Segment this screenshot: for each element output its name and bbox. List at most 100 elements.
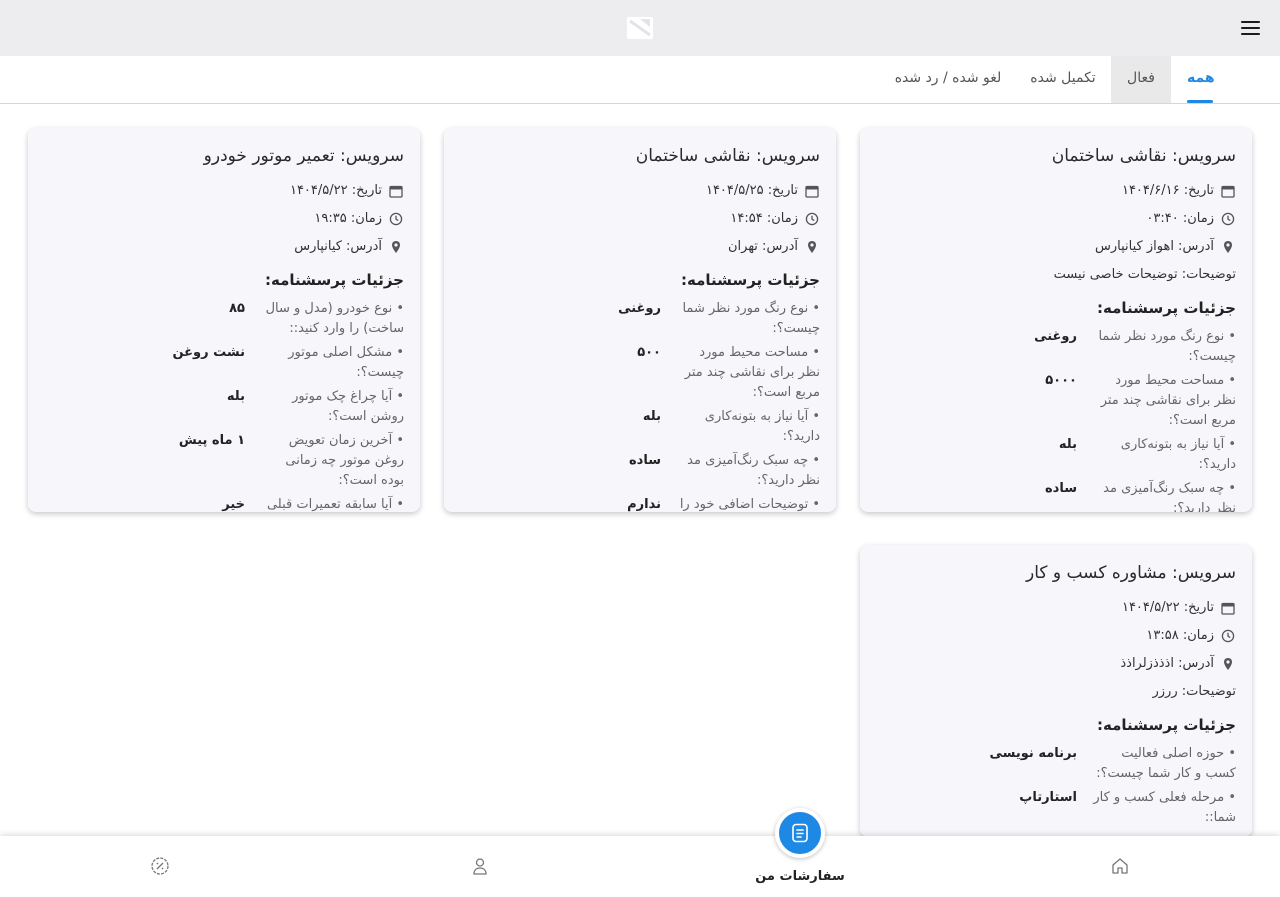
card-date: تاریخ: ۱۴۰۴/۵/۲۲	[1121, 600, 1214, 615]
order-card[interactable]: سرویس: نقاشی ساختمان تاریخ: ۱۴۰۴/۶/۱۶ زم…	[860, 128, 1252, 512]
qa-item: • آیا سابقه تعمیرات قبلی خیر	[44, 495, 404, 512]
clock-icon	[804, 211, 820, 227]
qa-item: • آیا چراغ چک موتور روشن است؟: بله	[44, 387, 404, 427]
card-time: زمان: ۰۳:۴۰	[1146, 211, 1214, 226]
card-date: تاریخ: ۱۴۰۴/۵/۲۵	[705, 183, 798, 198]
card-date-row: تاریخ: ۱۴۰۴/۵/۲۲	[876, 594, 1236, 622]
qa-question: • آیا نیاز به بتونه‌کاری دارید؟:	[704, 409, 820, 444]
card-title: سرویس: تعمیر موتور خودرو	[203, 146, 404, 166]
card-date-row: تاریخ: ۱۴۰۴/۶/۱۶	[876, 177, 1236, 205]
qa-answer: ۵۰۰۰	[1045, 373, 1077, 388]
my-orders-button[interactable]	[775, 808, 825, 858]
hamburger-menu-icon[interactable]	[1238, 18, 1262, 38]
nav-profile[interactable]	[440, 836, 520, 897]
card-date-row: تاریخ: ۱۴۰۴/۵/۲۲	[44, 177, 404, 205]
card-address: آدرس: کیانپارس	[294, 239, 382, 254]
qa-item: • آیا نیاز به بتونه‌کاری دارید؟: بله	[460, 407, 820, 447]
qa-item: • مساحت محیط مورد نظر برای نقاشی چند متر…	[460, 343, 820, 403]
card-address: آدرس: تهران	[727, 239, 798, 254]
card-address: آدرس: اهواز کیانپارس	[1095, 239, 1214, 254]
card-time-row: زمان: ۰۳:۴۰	[876, 205, 1236, 233]
location-pin-icon	[1220, 656, 1236, 672]
qa-item: • نوع رنگ مورد نظر شما چیست؟: روغنی	[460, 299, 820, 339]
card-time: زمان: ۱۹:۳۵	[314, 211, 382, 226]
order-status-tabs: همه فعال تکمیل شده لغو شده / رد شده	[0, 56, 1280, 104]
card-description: توضیحات: ررزر	[1152, 684, 1236, 699]
qa-question: • حوزه اصلی فعالیت کسب و کار شما چیست؟:	[1096, 746, 1236, 781]
qa-question: • نوع رنگ مورد نظر شما چیست؟:	[682, 301, 820, 336]
calendar-icon	[1220, 600, 1236, 616]
nav-home[interactable]	[1080, 836, 1160, 897]
card-address-row: آدرس: اهواز کیانپارس	[876, 233, 1236, 261]
qa-answer: خیر	[222, 497, 245, 512]
card-title: سرویس: نقاشی ساختمان	[635, 146, 820, 166]
card-time: زمان: ۱۴:۵۴	[730, 211, 798, 226]
qa-answer: استارتاپ	[1019, 790, 1077, 805]
qa-item: • مشکل اصلی موتور چیست؟: نشت روغن	[44, 343, 404, 383]
clock-icon	[1220, 628, 1236, 644]
card-date: تاریخ: ۱۴۰۴/۵/۲۲	[289, 183, 382, 198]
qa-answer: روغنی	[1034, 329, 1077, 344]
home-icon	[1110, 856, 1130, 876]
tab-all[interactable]: همه	[1187, 56, 1215, 103]
card-address: آدرس: اذذذزلراذذ	[1120, 656, 1214, 671]
order-card[interactable]: سرویس: نقاشی ساختمان تاریخ: ۱۴۰۴/۵/۲۵ زم…	[444, 128, 836, 512]
qa-question: • آیا سابقه تعمیرات قبلی	[266, 497, 404, 512]
bottom-navigation	[0, 836, 1280, 897]
qa-item: • آخرین زمان تعویض روغن موتور چه زمانی ب…	[44, 431, 404, 491]
discount-badge-icon	[150, 856, 170, 876]
qa-question: • آخرین زمان تعویض روغن موتور چه زمانی ب…	[285, 433, 404, 488]
qa-answer: ساده	[628, 453, 661, 468]
location-pin-icon	[1220, 239, 1236, 255]
qa-item: • مرحله فعلی کسب و کار شما:: استارتاپ	[876, 788, 1236, 828]
questionnaire-title: جزئیات پرسشنامه:	[681, 271, 820, 289]
card-time-row: زمان: ۱۹:۳۵	[44, 205, 404, 233]
tab-completed[interactable]: تکمیل شده	[1028, 56, 1098, 103]
calendar-icon	[1220, 183, 1236, 199]
qa-question: • توضیحات اضافی خود را	[679, 497, 820, 512]
qa-answer: نشت روغن	[172, 345, 245, 360]
document-icon	[789, 822, 811, 844]
app-logo-icon	[626, 15, 654, 41]
my-orders-label[interactable]: سفارشات من	[740, 869, 860, 884]
nav-discounts[interactable]	[120, 836, 200, 897]
calendar-icon	[804, 183, 820, 199]
qa-question: • آیا نیاز به بتونه‌کاری دارید؟:	[1120, 437, 1236, 472]
questionnaire-title: جزئیات پرسشنامه:	[1097, 299, 1236, 317]
card-date-row: تاریخ: ۱۴۰۴/۵/۲۵	[460, 177, 820, 205]
qa-answer: ۸۵	[229, 301, 245, 316]
qa-item: • توضیحات اضافی خود را ندارم	[460, 495, 820, 512]
user-icon	[470, 856, 490, 876]
qa-answer: ۱ ماه پیش	[178, 433, 245, 448]
qa-question: • آیا چراغ چک موتور روشن است؟:	[292, 389, 404, 424]
card-time-row: زمان: ۱۳:۵۸	[876, 622, 1236, 650]
calendar-icon	[388, 183, 404, 199]
card-address-row: آدرس: کیانپارس	[44, 233, 404, 261]
qa-item: • آیا نیاز به بتونه‌کاری دارید؟: بله	[876, 435, 1236, 475]
tab-cancelled-rejected[interactable]: لغو شده / رد شده	[890, 56, 1006, 103]
qa-item: • نوع خودرو (مدل و سال ساخت) را وارد کنی…	[44, 299, 404, 339]
qa-question: • نوع رنگ مورد نظر شما چیست؟:	[1098, 329, 1236, 364]
qa-question: • مرحله فعلی کسب و کار شما::	[1093, 790, 1236, 825]
tab-active[interactable]: فعال	[1111, 56, 1171, 103]
card-time-row: زمان: ۱۴:۵۴	[460, 205, 820, 233]
location-pin-icon	[804, 239, 820, 255]
qa-question: • مساحت محیط مورد نظر برای نقاشی چند متر…	[684, 345, 820, 400]
card-address-row: آدرس: تهران	[460, 233, 820, 261]
card-title: سرویس: نقاشی ساختمان	[1051, 146, 1236, 166]
qa-question: • نوع خودرو (مدل و سال ساخت) را وارد کنی…	[265, 301, 404, 336]
qa-answer: بله	[1058, 437, 1077, 452]
card-description: توضیحات: توضیحات خاصی نیست	[1053, 267, 1236, 282]
order-card[interactable]: سرویس: مشاوره کسب و کار تاریخ: ۱۴۰۴/۵/۲۲…	[860, 545, 1252, 837]
app-header	[0, 0, 1280, 56]
clock-icon	[1220, 211, 1236, 227]
qa-answer: ساده	[1044, 481, 1077, 496]
qa-question: • چه سبک رنگ‌آمیزی مد نظر دارید؟:	[687, 453, 820, 488]
qa-answer: بله	[226, 389, 245, 404]
clock-icon	[388, 211, 404, 227]
qa-item: • چه سبک رنگ‌آمیزی مد نظر دارید؟: ساده	[876, 479, 1236, 512]
order-card[interactable]: سرویس: تعمیر موتور خودرو تاریخ: ۱۴۰۴/۵/۲…	[28, 128, 420, 512]
questionnaire-title: جزئیات پرسشنامه:	[265, 271, 404, 289]
qa-question: • چه سبک رنگ‌آمیزی مد نظر دارید؟:	[1103, 481, 1236, 512]
qa-answer: ندارم	[627, 497, 661, 512]
